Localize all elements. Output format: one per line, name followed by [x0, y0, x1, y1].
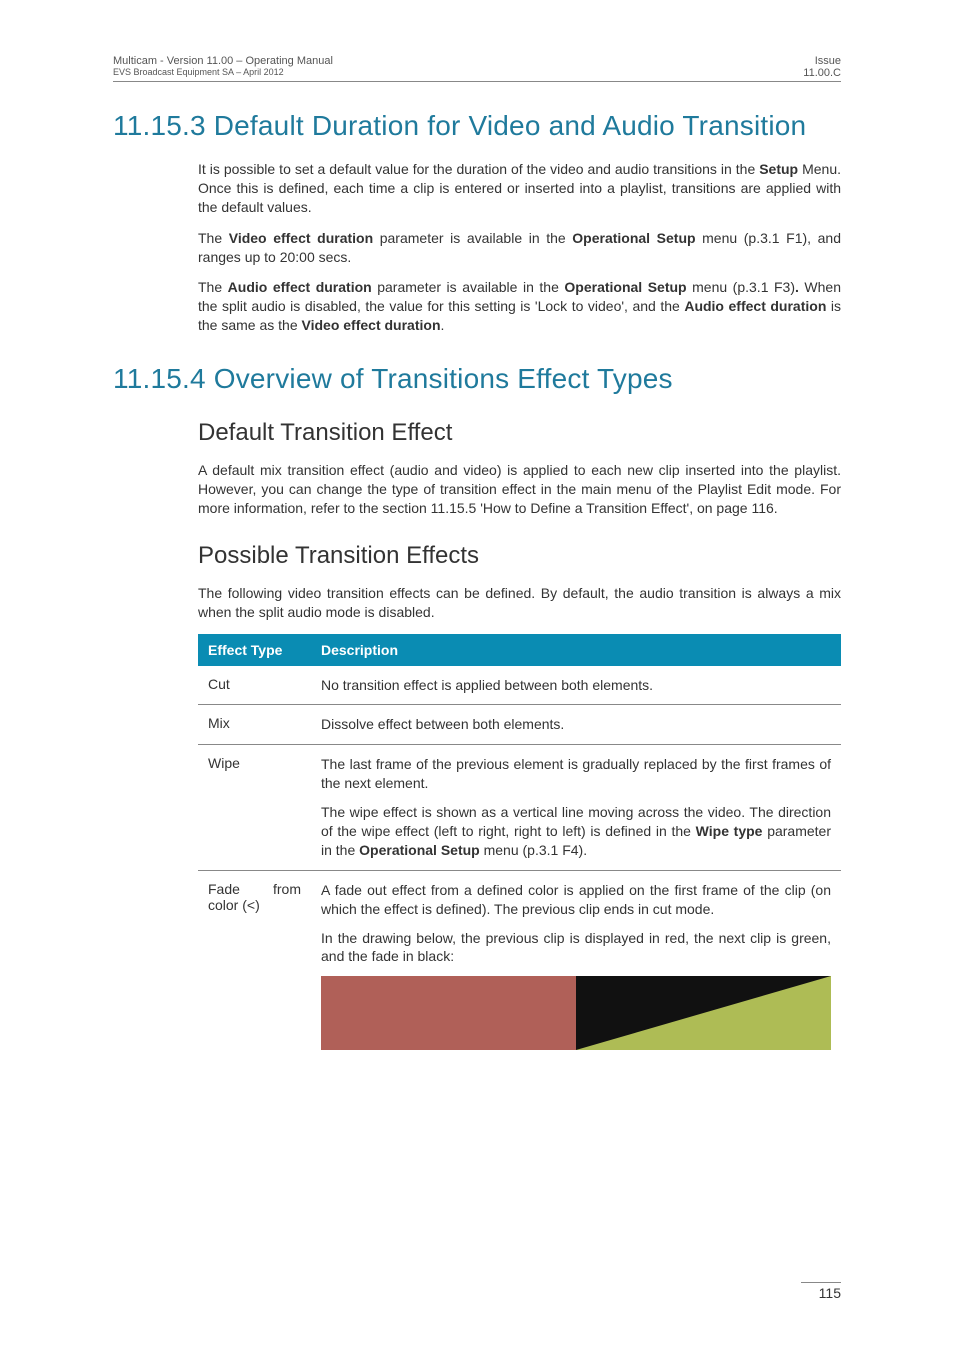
- bold-text: Wipe type: [696, 823, 763, 839]
- header-right: Issue 11.00.C: [803, 55, 841, 79]
- text: The: [198, 279, 228, 295]
- paragraph: It is possible to set a default value fo…: [198, 160, 841, 217]
- fade-diagram-previous-clip: [321, 976, 576, 1050]
- text: It is possible to set a default value fo…: [198, 161, 759, 177]
- text: The: [198, 230, 229, 246]
- text: The last frame of the previous element i…: [321, 755, 831, 793]
- text: from: [273, 881, 301, 897]
- header-issue-value: 11.00.C: [803, 67, 841, 79]
- transitions-table: Effect Type Description Cut No transitio…: [198, 634, 841, 1061]
- table-header-effect-type: Effect Type: [198, 634, 311, 666]
- text: No transition effect is applied between …: [321, 676, 831, 695]
- bold-text: Operational Setup: [359, 842, 480, 858]
- cell-description: Dissolve effect between both elements.: [311, 705, 841, 745]
- subheading-possible-transition: Possible Transition Effects: [198, 542, 841, 570]
- table-row: Cut No transition effect is applied betw…: [198, 666, 841, 705]
- bold-text: Video effect duration: [229, 230, 373, 246]
- text: Dissolve effect between both elements.: [321, 715, 831, 734]
- heading-11-15-4: 11.15.4 Overview of Transitions Effect T…: [113, 363, 841, 395]
- header-left: Multicam - Version 11.00 – Operating Man…: [113, 55, 333, 79]
- paragraph: The following video transition effects c…: [198, 584, 841, 622]
- table-header-row: Effect Type Description: [198, 634, 841, 666]
- bold-text: Video effect duration: [302, 317, 441, 333]
- table-header-description: Description: [311, 634, 841, 666]
- table-row: Mix Dissolve effect between both element…: [198, 705, 841, 745]
- document-page: Multicam - Version 11.00 – Operating Man…: [0, 0, 954, 1349]
- text: menu (p.3.1 F3): [687, 279, 795, 295]
- text: A fade out effect from a defined color i…: [321, 881, 831, 919]
- text: Fade: [208, 881, 240, 897]
- paragraph: The Audio effect duration parameter is a…: [198, 278, 841, 335]
- fade-diagram-fade-triangle: [576, 976, 831, 1050]
- text: parameter is available in the: [372, 279, 565, 295]
- page-number: 115: [801, 1282, 841, 1301]
- subheading-default-transition: Default Transition Effect: [198, 419, 841, 447]
- cell-description: No transition effect is applied between …: [311, 666, 841, 705]
- bold-text: Setup: [759, 161, 798, 177]
- bold-text: Operational Setup: [564, 279, 686, 295]
- cell-effect-type: Cut: [198, 666, 311, 705]
- table-row: Wipe The last frame of the previous elem…: [198, 745, 841, 870]
- header-company: EVS Broadcast Equipment SA – April 2012: [113, 67, 333, 77]
- cell-description: A fade out effect from a defined color i…: [311, 870, 841, 1060]
- bold-text: Operational Setup: [572, 230, 695, 246]
- text: .: [441, 317, 445, 333]
- text: menu (p.3.1 F4).: [480, 842, 587, 858]
- paragraph: A default mix transition effect (audio a…: [198, 461, 841, 518]
- cell-description: The last frame of the previous element i…: [311, 745, 841, 870]
- text: parameter is available in the: [373, 230, 572, 246]
- bold-text: Audio effect duration: [228, 279, 372, 295]
- fade-diagram-next-clip: [576, 976, 831, 1050]
- header-doc-title: Multicam - Version 11.00 – Operating Man…: [113, 55, 333, 67]
- bold-text: Audio effect duration: [684, 298, 826, 314]
- text: The wipe effect is shown as a vertical l…: [321, 803, 831, 860]
- cell-effect-type: Mix: [198, 705, 311, 745]
- fade-diagram: [321, 976, 831, 1050]
- page-header: Multicam - Version 11.00 – Operating Man…: [113, 55, 841, 82]
- cell-effect-type: Wipe: [198, 745, 311, 870]
- cell-effect-type: Fade from color (<): [198, 870, 311, 1060]
- text: color (<): [208, 897, 301, 913]
- paragraph: The Video effect duration parameter is a…: [198, 229, 841, 267]
- header-issue-label: Issue: [803, 55, 841, 67]
- text: In the drawing below, the previous clip …: [321, 929, 831, 967]
- table-row: Fade from color (<) A fade out effect fr…: [198, 870, 841, 1060]
- heading-11-15-3: 11.15.3 Default Duration for Video and A…: [113, 110, 841, 142]
